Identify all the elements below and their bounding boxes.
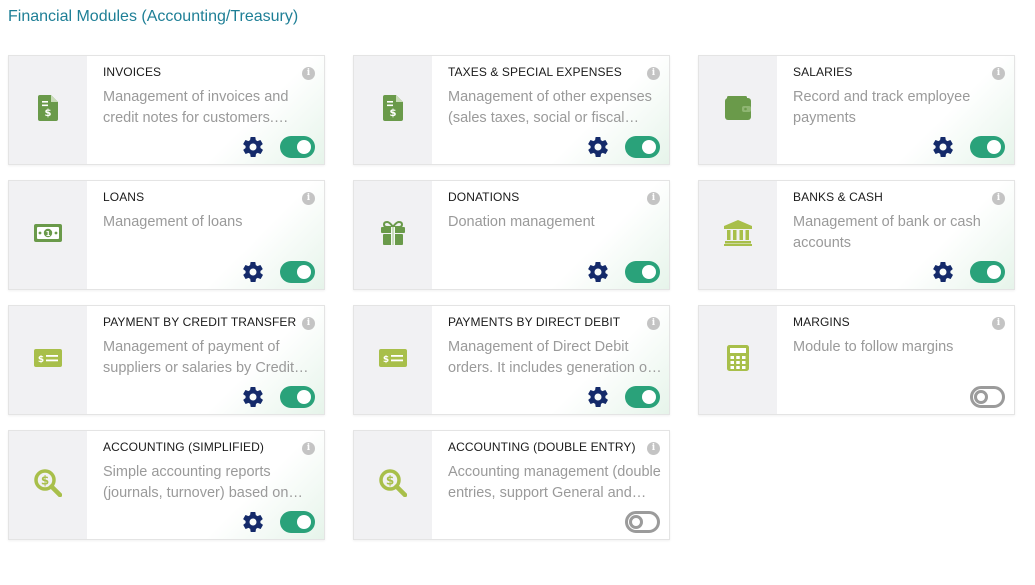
- money-bill-icon: 1: [34, 223, 62, 247]
- module-description: Simple accounting reports (journals, tur…: [103, 464, 289, 501]
- module-enable-toggle[interactable]: [280, 386, 315, 408]
- module-card: $ ACCOUNTING (SIMPLIFIED) Simple accountin…: [8, 430, 325, 540]
- module-description: Management of Direct Debit orders. It in…: [448, 339, 652, 376]
- module-title: PAYMENTS BY DIRECT DEBIT: [448, 315, 621, 329]
- module-icon-box: $: [9, 431, 87, 539]
- settings-gear-icon[interactable]: [241, 135, 265, 159]
- info-icon[interactable]: i: [302, 442, 315, 455]
- module-card: $ PAYMENTS BY DIRECT DEBIT Management of D…: [353, 305, 670, 415]
- module-description: Management of payment of suppliers or sa…: [103, 339, 294, 376]
- module-enable-toggle[interactable]: [625, 511, 660, 533]
- module-description: Module to follow margins: [793, 339, 954, 355]
- module-title: TAXES & SPECIAL EXPENSES: [448, 65, 622, 79]
- module-description: Record and track employee payments: [793, 89, 971, 126]
- card-icon: $: [34, 348, 62, 372]
- module-enable-toggle[interactable]: [970, 261, 1005, 283]
- module-icon-box: $: [354, 431, 432, 539]
- module-title: LOANS: [103, 190, 145, 204]
- module-enable-toggle[interactable]: [280, 261, 315, 283]
- module-title: DONATIONS: [448, 190, 520, 204]
- module-card: BANKS & CASH Management of bank or cash a…: [698, 180, 1015, 290]
- settings-gear-icon[interactable]: [586, 260, 610, 284]
- calculator-icon: [727, 344, 749, 376]
- bank-icon: [724, 219, 752, 251]
- settings-gear-icon[interactable]: [586, 135, 610, 159]
- module-icon-box: $: [9, 56, 87, 164]
- info-icon[interactable]: i: [302, 317, 315, 330]
- module-enable-toggle[interactable]: [970, 386, 1005, 408]
- svg-text:$: $: [45, 108, 52, 119]
- svg-text:$: $: [383, 355, 389, 365]
- module-card: $ INVOICES Management of invoices and cred…: [8, 55, 325, 165]
- module-card: 1 LOANS Management of loans i: [8, 180, 325, 290]
- module-description: Management of other expenses (sales taxe…: [448, 89, 652, 126]
- module-card: MARGINS Module to follow margins i: [698, 305, 1015, 415]
- module-card: $ ACCOUNTING (DOUBLE ENTRY) Accounting man…: [353, 430, 670, 540]
- card-icon: $: [379, 348, 407, 372]
- module-icon-box: $: [354, 56, 432, 164]
- module-enable-toggle[interactable]: [280, 511, 315, 533]
- svg-text:$: $: [41, 473, 49, 487]
- settings-gear-icon[interactable]: [586, 385, 610, 409]
- module-title: ACCOUNTING (DOUBLE ENTRY): [448, 440, 636, 454]
- invoice-icon: $: [38, 94, 58, 126]
- search-dollar-icon: $: [379, 468, 408, 502]
- search-dollar-icon: $: [34, 468, 63, 502]
- info-icon[interactable]: i: [302, 192, 315, 205]
- module-title: INVOICES: [103, 65, 162, 79]
- module-title: PAYMENT BY CREDIT TRANSFER: [103, 315, 297, 329]
- svg-text:$: $: [38, 355, 44, 365]
- wallet-icon: [725, 95, 751, 125]
- module-enable-toggle[interactable]: [625, 386, 660, 408]
- module-enable-toggle[interactable]: [625, 136, 660, 158]
- section-title: Financial Modules (Accounting/Treasury): [8, 8, 299, 25]
- info-icon[interactable]: i: [992, 317, 1005, 330]
- settings-gear-icon[interactable]: [931, 260, 955, 284]
- info-icon[interactable]: i: [647, 442, 660, 455]
- module-description: Accounting management (double entries, s…: [448, 464, 661, 501]
- invoice-icon: $: [383, 94, 403, 126]
- module-card: $ TAXES & SPECIAL EXPENSES Management of o…: [353, 55, 670, 165]
- module-enable-toggle[interactable]: [970, 136, 1005, 158]
- settings-gear-icon[interactable]: [241, 385, 265, 409]
- gift-icon: [380, 220, 406, 250]
- module-enable-toggle[interactable]: [280, 136, 315, 158]
- info-icon[interactable]: i: [302, 67, 315, 80]
- module-title: ACCOUNTING (SIMPLIFIED): [103, 440, 264, 454]
- svg-text:$: $: [386, 473, 394, 487]
- module-icon-box: [699, 181, 777, 289]
- module-enable-toggle[interactable]: [625, 261, 660, 283]
- module-icon-box: $: [354, 306, 432, 414]
- module-icon-box: [699, 56, 777, 164]
- module-title: MARGINS: [793, 315, 850, 329]
- module-description: Donation management: [448, 214, 595, 230]
- module-icon-box: [354, 181, 432, 289]
- settings-gear-icon[interactable]: [241, 260, 265, 284]
- module-card: DONATIONS Donation management i: [353, 180, 670, 290]
- settings-gear-icon[interactable]: [241, 510, 265, 534]
- info-icon[interactable]: i: [647, 192, 660, 205]
- module-description: Management of loans: [103, 214, 243, 230]
- info-icon[interactable]: i: [992, 192, 1005, 205]
- module-description: Management of bank or cash accounts: [793, 214, 981, 251]
- info-icon[interactable]: i: [992, 67, 1005, 80]
- module-title: BANKS & CASH: [793, 190, 883, 204]
- svg-text:1: 1: [46, 230, 51, 238]
- module-description: Management of invoices and credit notes …: [103, 89, 289, 126]
- module-icon-box: [699, 306, 777, 414]
- module-card: SALARIES Record and track employee paymen…: [698, 55, 1015, 165]
- module-icon-box: $: [9, 306, 87, 414]
- info-icon[interactable]: i: [647, 67, 660, 80]
- svg-text:$: $: [390, 108, 397, 119]
- settings-gear-icon[interactable]: [931, 135, 955, 159]
- module-card: $ PAYMENT BY CREDIT TRANSFER Management of…: [8, 305, 325, 415]
- module-icon-box: 1: [9, 181, 87, 289]
- module-title: SALARIES: [793, 65, 853, 79]
- info-icon[interactable]: i: [647, 317, 660, 330]
